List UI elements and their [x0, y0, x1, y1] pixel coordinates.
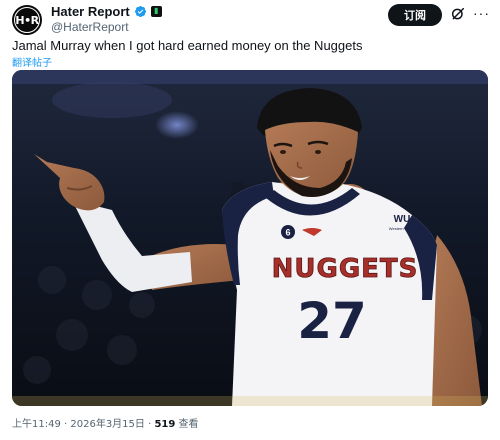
nba-patch-number: 6: [285, 228, 290, 238]
account-names: Hater Report ▮ @HaterReport: [51, 3, 162, 34]
translate-post-link[interactable]: 翻译帖子: [12, 54, 52, 69]
sponsor-name: Western Union: [389, 226, 415, 231]
affiliate-badge-icon[interactable]: ▮: [150, 5, 162, 17]
jersey-number: 27: [297, 292, 367, 350]
post-date[interactable]: 2026年3月15日: [70, 419, 145, 430]
avatar[interactable]: H•R: [12, 5, 42, 35]
post-time[interactable]: 上午11:49: [12, 419, 61, 430]
meta-separator: ·: [60, 419, 71, 430]
tweet-photo[interactable]: 6 WU Western Union NUGGETS 27: [12, 70, 488, 406]
views-count[interactable]: 519: [154, 419, 175, 430]
player-photo: 6 WU Western Union NUGGETS 27: [12, 70, 488, 406]
tweet-header: H•R Hater Report ▮ @HaterReport 订阅 ···: [0, 0, 500, 36]
subscribe-button[interactable]: 订阅: [388, 4, 442, 26]
tweet-text: Jamal Murray when I got hard earned mone…: [12, 38, 363, 53]
display-name[interactable]: Hater Report: [51, 4, 130, 19]
verified-badge-icon[interactable]: [134, 5, 147, 18]
jersey-team-text: NUGGETS: [272, 254, 419, 284]
account-handle[interactable]: @HaterReport: [51, 20, 162, 34]
more-options-icon[interactable]: ···: [473, 6, 490, 20]
grok-icon[interactable]: [450, 6, 466, 22]
sponsor-logo: WU: [394, 214, 411, 225]
tweet-meta: 上午11:49 · 2026年3月15日 · 519 查看: [12, 415, 199, 430]
views-label: 查看: [175, 419, 199, 430]
